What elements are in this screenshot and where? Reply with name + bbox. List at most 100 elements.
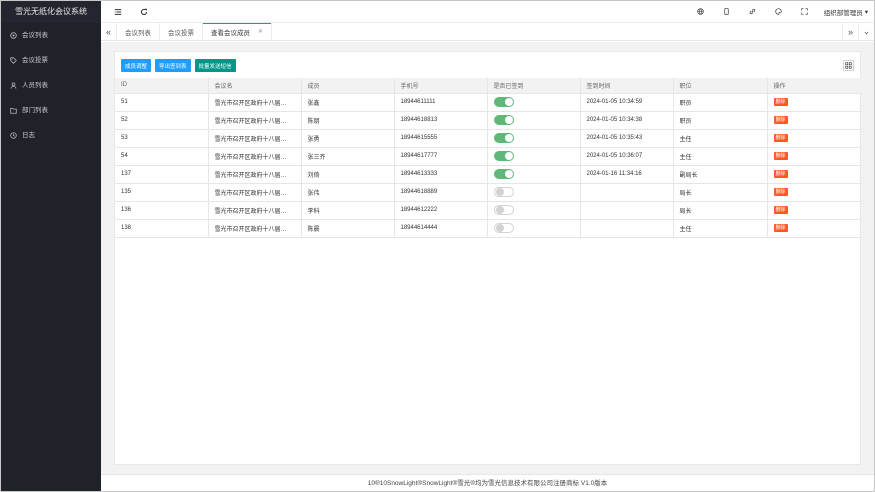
table-row: 51 雪光市召开区政府十八届… 张鑫 18944611111 2024-01-05 10… bbox=[115, 93, 862, 112]
folder-icon bbox=[9, 107, 17, 115]
tab-bar: « 会议列表 会议投票 查看会议成员 ✕ » ⌄ bbox=[101, 23, 874, 41]
column-header[interactable]: 是否已签到 bbox=[487, 78, 581, 94]
cell-meeting-name: 雪光市召开区政府十八届… bbox=[208, 93, 302, 112]
cell-position: 主任 bbox=[673, 147, 768, 166]
column-header[interactable]: 会议名 bbox=[208, 78, 302, 94]
sidebar-item-meeting-vote[interactable]: 会议投票 bbox=[1, 48, 101, 73]
cell-phone: 18944614444 bbox=[394, 219, 488, 238]
cell-actions: 删除 bbox=[767, 201, 862, 220]
cell-signin-time: 2024-01-05 10:34:59 bbox=[580, 93, 674, 112]
cell-position: 副局长 bbox=[673, 165, 768, 184]
cell-position: 局长 bbox=[673, 201, 768, 220]
table-header-row: ID 会议名 成员 手机号 是否已签到 签到时间 职位 操作 bbox=[115, 78, 862, 94]
export-signin-button[interactable]: 导出签到表 bbox=[155, 59, 191, 72]
signed-toggle[interactable] bbox=[493, 97, 514, 107]
delete-button[interactable]: 删除 bbox=[773, 98, 788, 106]
column-header[interactable]: 职位 bbox=[673, 78, 768, 94]
tab-options-chevron-down-icon[interactable]: ⌄ bbox=[858, 23, 874, 40]
main-content: 成员调整 导出签到表 批量发送短信 ID 会议名 成员 手机号 是否已签到 签到… bbox=[101, 42, 874, 474]
cell-meeting-name: 雪光市召开区政府十八届… bbox=[208, 165, 302, 184]
cell-id: 53 bbox=[115, 129, 209, 148]
cell-id: 138 bbox=[115, 219, 209, 238]
delete-button[interactable]: 删除 bbox=[773, 116, 788, 124]
tab-scroll-left-icon[interactable]: « bbox=[101, 23, 117, 40]
cell-signed bbox=[487, 165, 581, 184]
column-header[interactable]: 成员 bbox=[301, 78, 395, 94]
sidebar-item-department-list[interactable]: 部门列表 bbox=[1, 98, 101, 123]
sidebar-item-label: 会议投票 bbox=[22, 57, 48, 64]
delete-button[interactable]: 删除 bbox=[773, 170, 788, 178]
cell-signin-time: 2024-01-16 11:34:16 bbox=[580, 165, 674, 184]
clock-icon bbox=[9, 132, 17, 140]
cell-position: 职员 bbox=[673, 93, 768, 112]
table-row: 54 雪光市召开区政府十八届… 张三齐 18944617777 2024-01-05 1… bbox=[115, 147, 862, 166]
members-card: 成员调整 导出签到表 批量发送短信 ID 会议名 成员 手机号 是否已签到 签到… bbox=[114, 51, 862, 465]
cell-phone: 18944615555 bbox=[394, 129, 488, 148]
close-icon[interactable]: ✕ bbox=[258, 28, 263, 35]
mobile-icon[interactable] bbox=[720, 5, 734, 19]
signed-toggle[interactable] bbox=[493, 187, 514, 197]
cell-meeting-name: 雪光市召开区政府十八届… bbox=[208, 219, 302, 238]
cell-meeting-name: 雪光市召开区政府十八届… bbox=[208, 201, 302, 220]
tab-meeting-list[interactable]: 会议列表 bbox=[117, 23, 160, 40]
cell-actions: 删除 bbox=[767, 111, 862, 130]
cell-phone: 18944617777 bbox=[394, 147, 488, 166]
cell-member: 张伟 bbox=[301, 183, 395, 202]
delete-button[interactable]: 删除 bbox=[773, 224, 788, 232]
signed-toggle[interactable] bbox=[493, 169, 514, 179]
delete-button[interactable]: 删除 bbox=[773, 134, 788, 142]
column-header[interactable]: 手机号 bbox=[394, 78, 488, 94]
cell-phone: 18944618813 bbox=[394, 111, 488, 130]
sidebar-item-person-list[interactable]: 人员列表 bbox=[1, 73, 101, 98]
table-row: 53 雪光市召开区政府十八届… 张勇 18944615555 2024-01-05 10… bbox=[115, 129, 862, 148]
cell-meeting-name: 雪光市召开区政府十八届… bbox=[208, 129, 302, 148]
theme-palette-icon[interactable] bbox=[772, 5, 786, 19]
menu-toggle-icon[interactable] bbox=[111, 5, 125, 19]
cell-actions: 删除 bbox=[767, 129, 862, 148]
sidebar: 雪光无纸化会议系统 会议列表 会议投票 人员列表 部门列表 日志 bbox=[1, 1, 101, 491]
cell-id: 137 bbox=[115, 165, 209, 184]
cell-id: 51 bbox=[115, 93, 209, 112]
toggle-knob bbox=[504, 98, 513, 106]
tab-view-members[interactable]: 查看会议成员 ✕ bbox=[203, 23, 273, 40]
fullscreen-icon[interactable] bbox=[798, 5, 812, 19]
column-header[interactable]: ID bbox=[115, 78, 209, 94]
cell-id: 136 bbox=[115, 201, 209, 220]
delete-button[interactable]: 删除 bbox=[773, 188, 788, 196]
user-menu[interactable]: 组织部管理员 ▾ bbox=[824, 7, 868, 17]
batch-sms-button[interactable]: 批量发送短信 bbox=[194, 59, 236, 72]
signed-toggle[interactable] bbox=[493, 205, 514, 215]
cell-member: 张鑫 bbox=[301, 93, 395, 112]
cell-member: 陈晨 bbox=[301, 219, 395, 238]
signed-toggle[interactable] bbox=[493, 133, 514, 143]
toolbar: 成员调整 导出签到表 批量发送短信 bbox=[121, 59, 236, 72]
cell-id: 135 bbox=[115, 183, 209, 202]
link-icon[interactable] bbox=[746, 5, 760, 19]
cell-phone: 18944613333 bbox=[394, 165, 488, 184]
table-row: 136 雪光市召开区政府十八届… 李科 18944612222 局长 删除 bbox=[115, 201, 862, 220]
table-body: 51 雪光市召开区政府十八届… 张鑫 18944611111 2024-01-05 10… bbox=[115, 93, 862, 238]
sidebar-item-log[interactable]: 日志 bbox=[1, 123, 101, 148]
sidebar-item-label: 日志 bbox=[22, 132, 35, 139]
adjust-members-button[interactable]: 成员调整 bbox=[121, 59, 152, 72]
sidebar-item-meeting-list[interactable]: 会议列表 bbox=[1, 23, 101, 48]
delete-button[interactable]: 删除 bbox=[773, 152, 788, 160]
cell-phone: 18944612222 bbox=[394, 201, 488, 220]
cell-id: 52 bbox=[115, 111, 209, 130]
signed-toggle[interactable] bbox=[493, 151, 514, 161]
column-header[interactable]: 操作 bbox=[767, 78, 862, 94]
table-row: 52 雪光市召开区政府十八届… 陈朋 18944618813 2024-01-05 10… bbox=[115, 111, 862, 130]
cell-signed bbox=[487, 129, 581, 148]
signed-toggle[interactable] bbox=[493, 223, 514, 233]
delete-button[interactable]: 删除 bbox=[773, 206, 788, 214]
table-row: 137 雪光市召开区政府十八届… 刘倚 18944613333 2024-01-16 1… bbox=[115, 165, 862, 184]
column-header[interactable]: 签到时间 bbox=[580, 78, 674, 94]
tab-meeting-vote[interactable]: 会议投票 bbox=[160, 23, 203, 40]
signed-toggle[interactable] bbox=[493, 115, 514, 125]
columns-filter-icon[interactable] bbox=[843, 60, 854, 71]
refresh-icon[interactable] bbox=[137, 5, 151, 19]
globe-icon[interactable] bbox=[694, 5, 708, 19]
cell-actions: 删除 bbox=[767, 219, 862, 238]
tab-scroll-right-icon[interactable]: » bbox=[842, 23, 858, 40]
toggle-knob bbox=[504, 170, 513, 178]
